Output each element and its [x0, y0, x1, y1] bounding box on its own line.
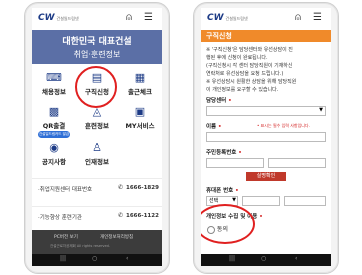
tile-notice[interactable]: ◉ 공지사항: [34, 141, 74, 167]
user-icon[interactable]: ⍝: [295, 12, 301, 23]
phone-last-field[interactable]: [284, 196, 326, 206]
qr-icon: ▩: [48, 105, 60, 118]
phone-label: 휴대폰 번호 •: [206, 188, 239, 194]
tile-attendance-check[interactable]: ▦ 출근체크: [120, 71, 160, 97]
recent-apps-icon[interactable]: |||: [229, 255, 235, 262]
page-title-bar: 구직신청: [201, 30, 331, 42]
phone-icon: ✆: [118, 212, 124, 219]
tile-talent-info[interactable]: ♙ 인재정보: [77, 141, 117, 167]
banner-subtitle: 취업·훈련정보: [73, 50, 121, 59]
tile-job-info[interactable]: ⌨ 채용정보: [34, 71, 74, 97]
pc-version-link[interactable]: PC버전 보기: [54, 234, 78, 240]
contact-row-training[interactable]: ·기능향상 훈련기관 ✆ 1666-1122: [32, 206, 162, 227]
left-header: CW 건설일드림넷 ⍝ ☰: [32, 8, 162, 31]
banner-title: 대한민국 대표건설: [62, 37, 132, 47]
id-label: 주민등록번호 •: [206, 150, 242, 156]
tile-qr-attendance[interactable]: ▩ QR출결 건설일드림카드 발급: [34, 106, 74, 138]
auth-button[interactable]: 실명확인: [246, 172, 286, 181]
center-label: 담당센터 •: [206, 98, 232, 104]
chevron-down-icon: ▼: [232, 197, 236, 203]
contact-row-center[interactable]: ·취업지원센터 대표번호 ✆ 1666-1829: [32, 178, 162, 199]
notice-icon: ◉: [49, 141, 59, 154]
talent-icon: ♙: [92, 141, 102, 154]
copyright: 건설근로자공제회 All rights reserved.: [50, 244, 110, 248]
recent-apps-icon[interactable]: |||: [60, 255, 66, 262]
back-icon[interactable]: ‹: [295, 255, 297, 262]
right-screen: CW 건설일드림넷 ⍝ ☰ 구직신청 ※ '구직신청'은 담당센터와 유선상담이 …: [201, 8, 331, 266]
menu-icon[interactable]: ☰: [313, 12, 322, 23]
chevron-down-icon: ▼: [319, 107, 323, 113]
back-icon[interactable]: ‹: [126, 255, 128, 262]
right-phone: CW 건설일드림넷 ⍝ ☰ 구직신청 ※ '구직신청'은 담당센터와 유선상담이 …: [193, 2, 339, 274]
job-info-icon: ⌨: [46, 71, 62, 84]
phone-icon: ✆: [118, 184, 124, 191]
my-service-icon: ▣: [134, 105, 146, 118]
home-icon[interactable]: ○: [92, 255, 97, 262]
tile-my-service[interactable]: ▣ MY서비스: [120, 105, 160, 131]
right-nav-bar: ||| ○ ‹: [201, 254, 331, 266]
tile-training-info[interactable]: ◬ 훈련정보: [77, 106, 117, 131]
main-banner: 대한민국 대표건설 취업·훈련정보: [32, 30, 162, 64]
left-logo[interactable]: CW 건설일드림넷: [38, 13, 79, 23]
privacy-link[interactable]: 개인정보처리방침: [100, 234, 133, 240]
phone-middle-field[interactable]: [242, 196, 280, 206]
right-header: CW 건설일드림넷 ⍝ ☰: [201, 8, 331, 31]
notice-text: ※ '구직신청'은 담당센터와 유선상담이 진 행된 후에 신청이 완료됩니다.…: [206, 47, 297, 93]
user-icon[interactable]: ⍝: [126, 12, 132, 23]
highlight-circle: [201, 204, 255, 244]
right-logo[interactable]: CW 건설일드림넷: [207, 13, 248, 23]
page-title: 구직신청: [206, 32, 232, 40]
qr-badge: 건설일드림카드 발급: [38, 131, 70, 138]
name-field[interactable]: [206, 132, 326, 142]
menu-icon[interactable]: ☰: [144, 12, 153, 23]
center-select[interactable]: ▼: [206, 106, 326, 116]
highlight-circle: [75, 66, 117, 108]
home-icon[interactable]: ○: [261, 255, 266, 262]
required-note: • 표시는 필수 입력 사항입니다.: [257, 123, 310, 128]
left-screen: CW 건설일드림넷 ⍝ ☰ 대한민국 대표건설 취업·훈련정보 ⌨ 채용정보 ▤ 구직…: [32, 8, 162, 266]
id-field-front[interactable]: [206, 158, 264, 168]
attendance-icon: ▦: [134, 71, 146, 84]
left-nav-bar: ||| ○ ‹: [32, 254, 162, 266]
id-field-back[interactable]: [268, 158, 326, 168]
name-label: 이름 •: [206, 124, 222, 130]
left-phone: CW 건설일드림넷 ⍝ ☰ 대한민국 대표건설 취업·훈련정보 ⌨ 채용정보 ▤ 구직…: [24, 2, 170, 274]
left-footer: PC버전 보기 개인정보처리방침 건설근로자공제회 All rights res…: [32, 230, 162, 254]
